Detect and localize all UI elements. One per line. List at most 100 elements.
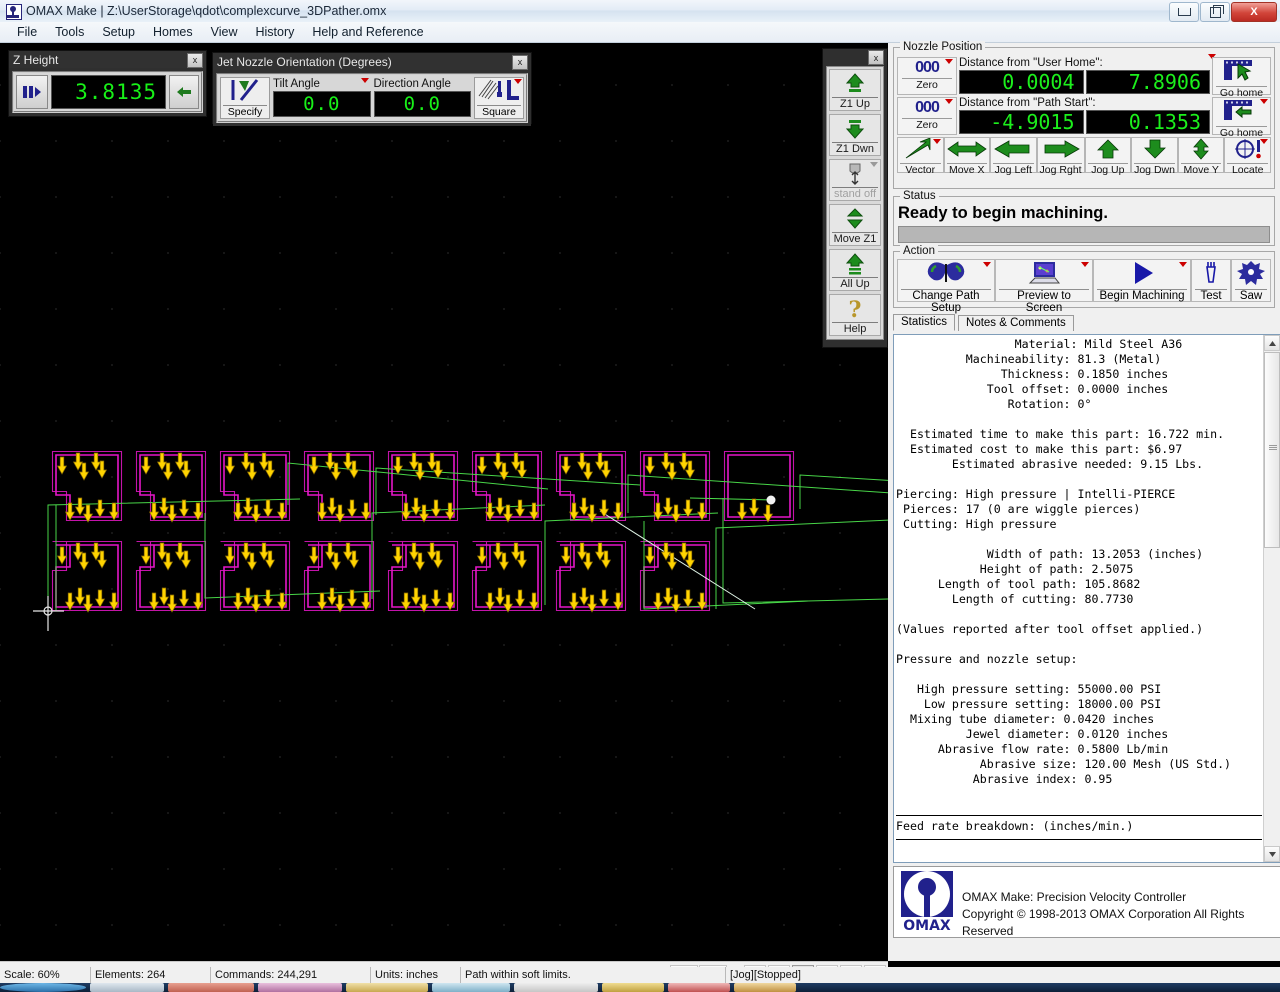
scrollbar-thumb[interactable] xyxy=(1264,352,1280,548)
zero-user-home-button[interactable]: 000 Zero xyxy=(897,57,957,95)
begin-machining-dropdown-arrow-icon[interactable] xyxy=(1179,262,1187,267)
scroll-up-arrow-icon[interactable] xyxy=(1264,335,1280,351)
begin-machining-button[interactable]: Begin Machining xyxy=(1093,259,1191,302)
move-z1-button[interactable]: Move Z1 xyxy=(829,204,881,246)
z-height-close-button[interactable]: x xyxy=(187,53,203,68)
menu-history[interactable]: History xyxy=(246,23,303,41)
statistics-scrollbar[interactable] xyxy=(1263,335,1280,862)
pierce-marker xyxy=(180,500,189,517)
change-path-setup-button[interactable]: Change Path Setup xyxy=(897,259,995,302)
pierce-marker xyxy=(394,457,403,474)
pierce-marker xyxy=(646,547,655,564)
jet-nozzle-close-button[interactable]: x xyxy=(512,55,528,70)
test-button[interactable]: Test xyxy=(1191,259,1231,302)
taskbar-item-1[interactable] xyxy=(90,983,164,992)
pierce-marker xyxy=(764,505,773,522)
tilt-dropdown-arrow-icon[interactable] xyxy=(361,78,369,83)
locate-label: Locate xyxy=(1227,163,1268,176)
preview-to-screen-button[interactable]: Preview to Screen xyxy=(995,259,1093,302)
pierce-marker xyxy=(496,588,505,605)
taskbar-item-7[interactable] xyxy=(602,983,664,992)
taskbar-item-8[interactable] xyxy=(668,983,730,992)
pierce-marker xyxy=(562,547,571,564)
vector-dropdown-arrow-icon[interactable] xyxy=(933,139,941,144)
jog-left-button[interactable]: Jog Left xyxy=(990,137,1037,173)
move-x-button[interactable]: Move X xyxy=(944,137,991,173)
pierce-marker xyxy=(580,498,589,515)
product-line: OMAX Make: Precision Velocity Controller xyxy=(962,889,1280,906)
change-path-setup-dropdown-arrow-icon[interactable] xyxy=(983,262,991,267)
menu-file[interactable]: File xyxy=(8,23,46,41)
go-home-dropdown-arrow-icon[interactable] xyxy=(1260,99,1268,104)
menu-homes[interactable]: Homes xyxy=(144,23,202,41)
pierce-marker xyxy=(180,590,189,607)
elements-cell: Elements: 264 xyxy=(90,967,210,983)
specify-button[interactable]: Specify xyxy=(220,77,270,119)
z-axis-toolbar: x Z1 Up Z1 Dwn xyxy=(822,48,888,348)
user-home-x-value: 0.0004 xyxy=(959,70,1084,94)
zero-dropdown-arrow-icon-2[interactable] xyxy=(945,99,953,104)
close-button[interactable]: X xyxy=(1231,2,1277,22)
omax-logo-icon xyxy=(5,3,21,19)
statistics-footer: Feed rate breakdown: (inches/min.) xyxy=(896,819,1262,833)
all-up-button[interactable]: All Up xyxy=(829,249,881,291)
taskbar-item-9[interactable] xyxy=(734,983,796,992)
calipers-icon[interactable] xyxy=(16,75,48,109)
maximize-button[interactable] xyxy=(1200,2,1230,22)
jog-down-label: Jog Dwn xyxy=(1134,163,1175,176)
pierce-marker xyxy=(420,505,429,522)
pierce-marker xyxy=(478,457,487,474)
scroll-down-arrow-icon[interactable] xyxy=(1264,846,1280,862)
statistics-panel[interactable]: Material: Mild Steel A36 Machineability:… xyxy=(893,334,1280,863)
taskbar-item-4[interactable] xyxy=(346,983,428,992)
menu-view[interactable]: View xyxy=(202,23,247,41)
up-down-arrow-icon xyxy=(1181,138,1221,160)
jog-right-button[interactable]: Jog Rght xyxy=(1037,137,1085,173)
os-taskbar[interactable] xyxy=(0,983,1280,992)
zero-dropdown-arrow-icon[interactable] xyxy=(945,59,953,64)
rapid-traverse-line xyxy=(723,498,888,603)
locate-button[interactable]: Locate xyxy=(1224,137,1271,173)
zero-path-start-button[interactable]: 000 Zero xyxy=(897,97,957,135)
move-z1-label: Move Z1 xyxy=(832,232,878,245)
taskbar-item-6[interactable] xyxy=(514,983,598,992)
jet-nozzle-orientation-panel: Jet Nozzle Orientation (Degrees) x Speci… xyxy=(212,52,532,124)
z1-down-button[interactable]: Z1 Dwn xyxy=(829,114,881,156)
z-toolbar-close-button[interactable]: x xyxy=(868,50,884,65)
jog-down-button[interactable]: Jog Dwn xyxy=(1131,137,1178,173)
taskbar-item-5[interactable] xyxy=(432,983,510,992)
tab-notes-and-comments[interactable]: Notes & Comments xyxy=(958,315,1074,331)
pierce-marker xyxy=(84,505,93,522)
preview-dropdown-arrow-icon[interactable] xyxy=(1081,262,1089,267)
pierce-marker xyxy=(58,547,67,564)
arrow-up-down-icon xyxy=(842,207,868,231)
pierce-marker xyxy=(96,590,105,607)
vector-button[interactable]: Vector xyxy=(897,137,944,173)
jog-up-button[interactable]: Jog Up xyxy=(1085,137,1132,173)
menu-setup[interactable]: Setup xyxy=(93,23,144,41)
pierce-marker xyxy=(600,590,609,607)
menu-tools[interactable]: Tools xyxy=(46,23,93,41)
left-arrow-icon[interactable] xyxy=(169,75,199,109)
start-button[interactable] xyxy=(0,983,86,992)
square-dropdown-arrow-icon[interactable] xyxy=(514,79,522,84)
locate-dropdown-arrow-icon[interactable] xyxy=(1260,139,1268,144)
scrollbar-grip-icon xyxy=(1269,445,1277,451)
toolpath-canvas[interactable] xyxy=(0,43,888,961)
go-home-path-button[interactable]: Go home xyxy=(1212,97,1271,135)
minimize-button[interactable] xyxy=(1169,2,1199,22)
taskbar-item-3[interactable] xyxy=(258,983,342,992)
saw-button[interactable]: Saw xyxy=(1231,259,1271,302)
move-y-button[interactable]: Move Y xyxy=(1178,137,1225,173)
go-home-user-button[interactable]: Go home xyxy=(1212,57,1271,95)
status-caption: Status xyxy=(900,190,939,202)
z1-up-button[interactable]: Z1 Up xyxy=(829,69,881,111)
copyright-line: Copyright © 1998-2013 OMAX Corporation A… xyxy=(962,906,1280,940)
square-button[interactable]: Square xyxy=(474,77,524,119)
tab-statistics[interactable]: Statistics xyxy=(893,314,955,331)
menu-help-and-reference[interactable]: Help and Reference xyxy=(303,23,432,41)
title-bar: OMAX Make | Z:\UserStorage\qdot\complexc… xyxy=(0,0,1280,23)
help-button[interactable]: ? Help xyxy=(829,294,881,336)
pierce-marker xyxy=(142,547,151,564)
taskbar-item-2[interactable] xyxy=(168,983,254,992)
